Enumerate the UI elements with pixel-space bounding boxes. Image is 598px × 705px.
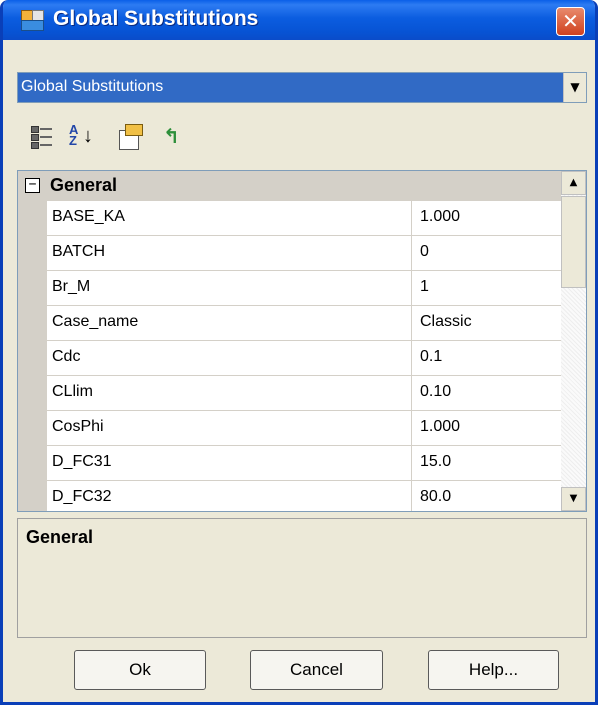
property-value[interactable]: 0 <box>420 243 429 261</box>
property-name: Case_name <box>52 313 139 330</box>
property-row[interactable]: D_FC32 80.0 <box>18 481 561 511</box>
property-name: Br_M <box>52 278 91 295</box>
property-row[interactable]: CosPhi 1.000 <box>18 411 561 446</box>
ok-button[interactable]: Ok <box>74 650 206 690</box>
object-selector-combobox[interactable]: Global Substitutions ▼ <box>17 72 587 103</box>
property-value[interactable]: 1.000 <box>420 418 460 436</box>
property-value[interactable]: 0.1 <box>420 348 442 366</box>
help-button[interactable]: Help... <box>428 650 559 690</box>
property-rows: BASE_KA 1.000 BATCH 0 Br_M 1 Case_name C… <box>18 201 561 511</box>
description-title: General <box>26 527 94 547</box>
property-row[interactable]: CLlim 0.10 <box>18 376 561 411</box>
property-value[interactable]: 1 <box>420 278 429 296</box>
global-substitutions-window: Global Substitutions ✕ Global Substituti… <box>0 0 598 705</box>
property-value[interactable]: 80.0 <box>420 488 451 506</box>
property-grid-toolbar: A Z ↓ ↰ <box>17 112 587 162</box>
property-row[interactable]: BATCH 0 <box>18 236 561 271</box>
collapse-icon[interactable]: − <box>25 178 40 193</box>
events-icon[interactable]: ↰ <box>163 124 189 150</box>
property-name: D_FC31 <box>52 453 112 470</box>
property-value[interactable]: 15.0 <box>420 453 451 471</box>
scroll-thumb[interactable] <box>561 196 586 288</box>
app-icon <box>21 10 44 31</box>
title-bar[interactable]: Global Substitutions ✕ <box>3 0 595 40</box>
property-value[interactable]: 0.10 <box>420 383 451 401</box>
property-name: CLlim <box>52 383 93 400</box>
property-row[interactable]: Cdc 0.1 <box>18 341 561 376</box>
property-name: CosPhi <box>52 418 104 435</box>
property-value[interactable]: Classic <box>420 313 472 331</box>
description-panel: General <box>17 518 587 638</box>
category-label: General <box>50 175 118 195</box>
property-name: Cdc <box>52 348 81 365</box>
object-selector-value: Global Substitutions <box>21 78 164 95</box>
category-row-general[interactable]: − General <box>18 171 561 201</box>
property-row[interactable]: Case_name Classic <box>18 306 561 341</box>
scroll-up-icon[interactable]: ▲ <box>561 171 586 195</box>
categorized-icon[interactable] <box>31 124 53 150</box>
property-pages-icon[interactable] <box>117 124 143 150</box>
property-row[interactable]: Br_M 1 <box>18 271 561 306</box>
property-name: BATCH <box>52 243 106 260</box>
property-name: BASE_KA <box>52 208 125 225</box>
property-grid: − General BASE_KA 1.000 BATCH 0 Br_M 1 C… <box>17 170 587 512</box>
chevron-down-icon[interactable]: ▼ <box>563 73 586 102</box>
property-row[interactable]: D_FC31 15.0 <box>18 446 561 481</box>
cancel-button[interactable]: Cancel <box>250 650 383 690</box>
property-row[interactable]: BASE_KA 1.000 <box>18 201 561 236</box>
close-button[interactable]: ✕ <box>556 7 585 36</box>
sort-az-icon[interactable]: A Z ↓ <box>69 123 93 150</box>
vertical-scrollbar[interactable]: ▲ ▼ <box>561 171 586 511</box>
scroll-down-icon[interactable]: ▼ <box>561 487 586 511</box>
window-title: Global Substitutions <box>53 7 259 30</box>
property-value[interactable]: 1.000 <box>420 208 460 226</box>
property-name: D_FC32 <box>52 488 112 505</box>
